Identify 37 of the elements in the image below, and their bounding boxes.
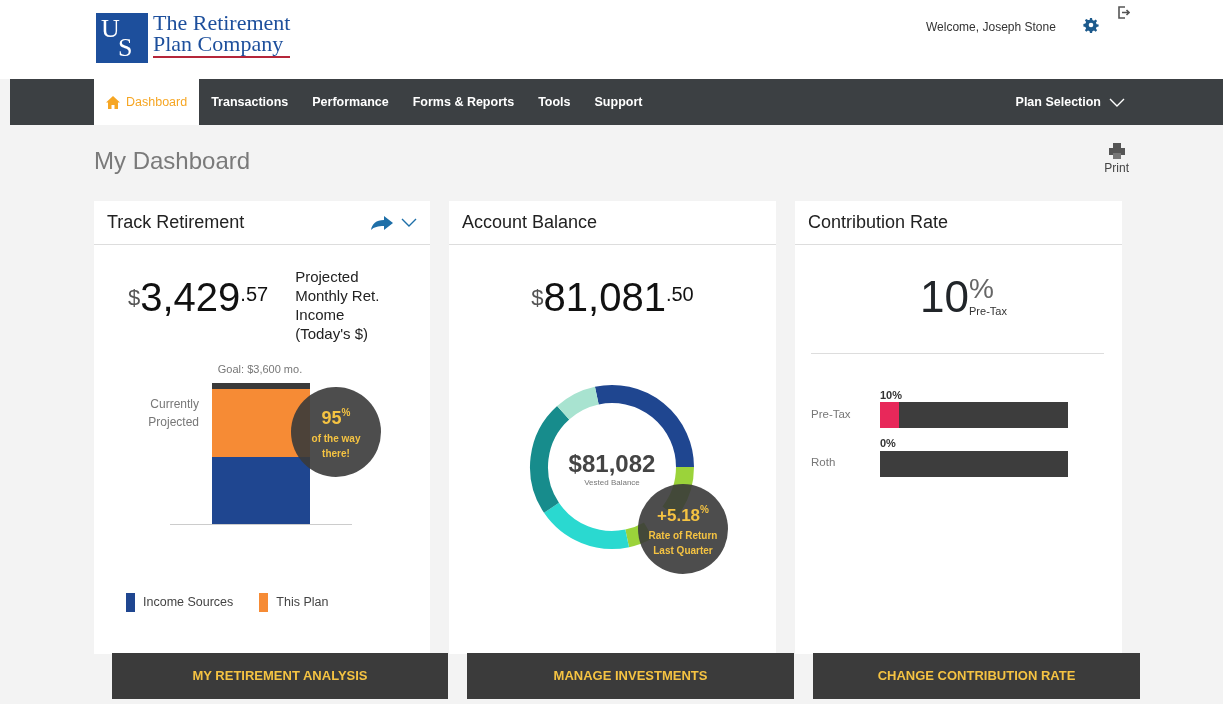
nav-tab[interactable]: Performance (300, 79, 401, 125)
bar-label: Roth (811, 455, 837, 471)
print-button[interactable]: Print (1104, 143, 1129, 179)
nav-tab[interactable]: Transactions (199, 79, 301, 125)
legend-label: Income Sources (143, 594, 234, 612)
nav-tab[interactable]: Support (582, 79, 655, 125)
vested-balance-value: $81,082 (568, 450, 656, 477)
income-caption: Projected Monthly Ret. Income (Today's $) (295, 267, 380, 344)
card-title: Contribution Rate (808, 211, 949, 234)
plan-selection-dropdown[interactable]: Plan Selection (1009, 79, 1131, 125)
company-name: The Retirement Plan Company (153, 12, 291, 58)
card-title: Account Balance (462, 211, 598, 234)
action-button[interactable]: CHANGE CONTRIBUTION RATE (813, 653, 1140, 699)
chevron-down-icon (1109, 97, 1125, 107)
bar-value: 0% (880, 436, 896, 451)
info-badge: +5.18$^{%}$ Rate of Return Last Quarter (638, 484, 728, 574)
settings-icon[interactable] (1083, 17, 1099, 33)
vested-balance-label: Vested Balance (584, 478, 640, 487)
info-badge: 95$^{%}$ of the way there! (291, 387, 381, 477)
action-button[interactable]: MANAGE INVESTMENTS (467, 653, 794, 699)
action-button[interactable]: MY RETIREMENT ANALYSIS (112, 653, 448, 699)
share-arrow-icon[interactable] (371, 215, 393, 230)
bar-label: Pre-Tax (811, 407, 852, 423)
nav-tab[interactable]: Tools (526, 79, 583, 125)
card-title: Track Retirement (107, 211, 245, 234)
projected-label: Currently Projected (148, 397, 199, 429)
printer-icon (1107, 143, 1126, 159)
page-title: My Dashboard (94, 147, 251, 176)
legend-label: This Plan (276, 594, 329, 612)
chevron-down-icon[interactable] (401, 218, 417, 227)
goal-label: Goal: $3,600 mo. (217, 363, 303, 375)
logout-icon[interactable] (1117, 6, 1130, 19)
welcome-text: Welcome, Joseph Stone (926, 19, 1056, 36)
nav-tab[interactable]: Forms & Reports (400, 79, 527, 125)
bar-value: 10% (880, 388, 903, 403)
logo-mark: U S (96, 13, 148, 63)
home-icon (106, 95, 120, 109)
